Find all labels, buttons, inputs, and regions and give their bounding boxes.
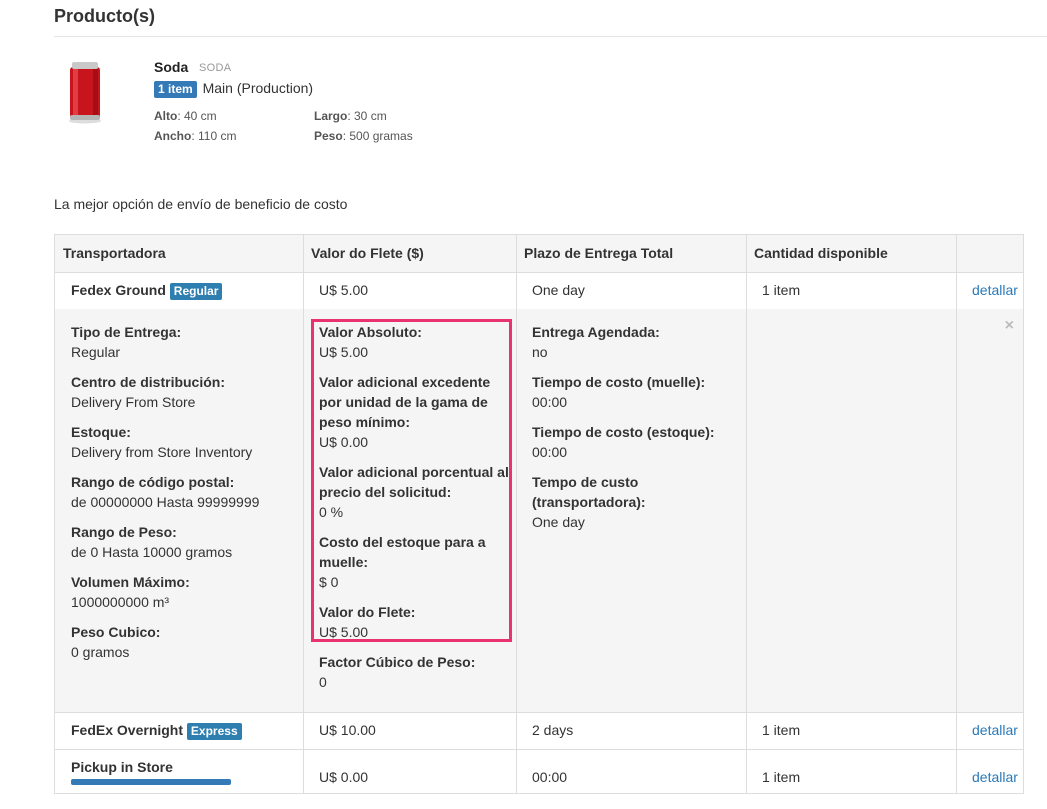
- detail-tiempo-muelle: Tiempo de costo (muelle): 00:00: [532, 374, 706, 410]
- warehouse-name: Main (Production): [202, 80, 314, 96]
- freight-value: U$ 5.00: [319, 282, 369, 298]
- close-icon[interactable]: ×: [1005, 317, 1014, 335]
- intro-text: La mejor opción de envío de beneficio de…: [54, 196, 348, 212]
- carrier-cell: Fedex Ground Regular: [71, 282, 223, 300]
- section-title: Producto(s): [54, 6, 155, 26]
- column-divider: [746, 235, 747, 793]
- detail-estoque: Estoque: Delivery from Store Inventory: [71, 424, 253, 460]
- header-delivery-time: Plazo de Entrega Total: [524, 245, 674, 261]
- product-stock: 1 item Main (Production): [154, 80, 313, 98]
- stock-badge: 1 item: [154, 81, 197, 98]
- freight-value: U$ 10.00: [319, 722, 376, 738]
- table-row: FedEx Overnight Express U$ 10.00 2 days …: [55, 712, 1023, 750]
- dimension-largo: Largo: 30 cm: [314, 109, 387, 123]
- dimension-ancho: Ancho: 110 cm: [154, 129, 237, 143]
- detail-rango-peso: Rango de Peso: de 0 Hasta 10000 gramos: [71, 524, 233, 560]
- detail-volumen-maximo: Volumen Máximo: 1000000000 m³: [71, 574, 190, 610]
- header-freight-value: Valor do Flete ($): [311, 245, 424, 261]
- column-divider: [303, 235, 304, 793]
- product-card: Soda SODA 1 item Main (Production) Alto:…: [54, 56, 654, 156]
- table-header: Transportadora Valor do Flete ($) Plazo …: [55, 235, 1023, 273]
- carrier-type-badge: Regular: [169, 283, 223, 300]
- carrier-cell: FedEx Overnight Express: [71, 722, 242, 740]
- detail-tiempo-estoque: Tiempo de costo (estoque): 00:00: [532, 424, 715, 460]
- detail-centro-distribucion: Centro de distribución: Delivery From Sto…: [71, 374, 225, 410]
- column-divider: [516, 235, 517, 793]
- column-divider: [956, 235, 957, 793]
- shipping-options-table: Transportadora Valor do Flete ($) Plazo …: [54, 234, 1024, 794]
- product-name: Soda: [154, 59, 189, 75]
- delivery-time: One day: [532, 282, 585, 298]
- detail-tipo-entrega: Tipo de Entrega: Regular: [71, 324, 182, 360]
- quantity: 1 item: [762, 722, 801, 738]
- detail-panel: Tipo de Entrega: Regular Centro de distri…: [55, 309, 1023, 713]
- table-row: Pickup in Store U$ 0.00 00:00 1 item det…: [55, 749, 1023, 809]
- detail-tempo-custo-transportadora: Tempo de custo (transportadora): One day: [532, 474, 646, 530]
- carrier-type-badge: [71, 779, 231, 785]
- detail-factor-cubico: Factor Cúbico de Peso: 0: [319, 654, 476, 690]
- detail-peso-cubico: Peso Cubico: 0 gramos: [71, 624, 161, 660]
- detail-link[interactable]: detallar: [972, 282, 1018, 298]
- quantity: 1 item: [762, 282, 801, 298]
- header-carrier: Transportadora: [63, 245, 166, 261]
- carrier-name: FedEx Overnight: [71, 722, 184, 738]
- detail-rango-codigo-postal: Rango de código postal: de 00000000 Hasta…: [71, 474, 260, 510]
- detail-link[interactable]: detallar: [972, 722, 1018, 738]
- carrier-name: Pickup in Store: [71, 759, 173, 775]
- table-row: Fedex Ground Regular U$ 5.00 One day 1 i…: [55, 272, 1023, 310]
- highlight-box: [311, 319, 512, 642]
- delivery-time: 2 days: [532, 722, 574, 738]
- soda-can-image: [69, 62, 101, 124]
- dimension-alto: Alto: 40 cm: [154, 109, 217, 123]
- product-sku: SODA: [199, 62, 232, 74]
- carrier-type-badge: Express: [186, 723, 242, 740]
- section-divider: [54, 36, 1047, 37]
- dimension-peso: Peso: 500 gramas: [314, 129, 413, 143]
- carrier-name: Fedex Ground: [71, 282, 166, 298]
- header-quantity: Cantidad disponible: [754, 245, 888, 261]
- detail-entrega-agendada: Entrega Agendada: no: [532, 324, 660, 360]
